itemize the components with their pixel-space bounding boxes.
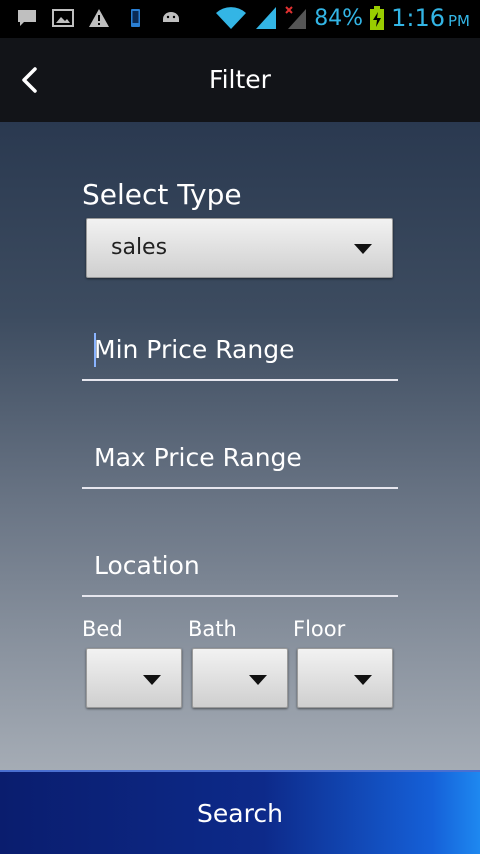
bed-label: Bed bbox=[82, 617, 123, 641]
battery-charging-icon bbox=[370, 6, 385, 30]
bed-dropdown[interactable] bbox=[86, 648, 182, 708]
select-type-value: sales bbox=[111, 235, 168, 260]
signal-no-service-icon bbox=[285, 6, 307, 29]
image-icon bbox=[52, 9, 74, 27]
status-bar: 84% 1:16 PM bbox=[0, 0, 480, 38]
clock-time: 1:16 bbox=[391, 4, 445, 32]
app-bar: Filter bbox=[0, 38, 480, 122]
chat-icon bbox=[18, 10, 36, 26]
caret-down-icon bbox=[354, 675, 372, 685]
back-button[interactable] bbox=[6, 56, 54, 104]
search-button-label: Search bbox=[197, 799, 283, 828]
phone-icon bbox=[131, 9, 140, 27]
floor-dropdown[interactable] bbox=[297, 648, 393, 708]
filter-form: Select Type sales Min Price Range Max Pr… bbox=[0, 122, 480, 770]
floor-label: Floor bbox=[293, 617, 346, 641]
clock: 1:16 PM bbox=[391, 4, 470, 32]
wifi-icon bbox=[216, 7, 247, 29]
clock-ampm: PM bbox=[448, 12, 470, 30]
search-button[interactable]: Search bbox=[0, 770, 480, 854]
location-placeholder: Location bbox=[94, 551, 200, 580]
signal-icon bbox=[256, 7, 277, 29]
warning-icon bbox=[89, 9, 109, 27]
bath-label: Bath bbox=[188, 617, 237, 641]
select-type-dropdown[interactable]: sales bbox=[86, 218, 393, 278]
caret-down-icon bbox=[143, 675, 161, 685]
max-price-input[interactable]: Max Price Range bbox=[82, 433, 398, 489]
android-icon bbox=[163, 12, 179, 22]
select-type-label: Select Type bbox=[82, 178, 242, 211]
notification-icons bbox=[16, 8, 182, 28]
min-price-input[interactable]: Min Price Range bbox=[82, 325, 398, 381]
caret-down-icon bbox=[249, 675, 267, 685]
system-status: 84% 1:16 PM bbox=[214, 4, 470, 32]
max-price-placeholder: Max Price Range bbox=[94, 443, 302, 472]
page-title: Filter bbox=[209, 65, 271, 94]
caret-down-icon bbox=[354, 244, 372, 254]
location-input[interactable]: Location bbox=[82, 541, 398, 597]
chevron-left-icon bbox=[22, 67, 37, 93]
bath-dropdown[interactable] bbox=[192, 648, 288, 708]
min-price-placeholder: Min Price Range bbox=[94, 335, 295, 364]
battery-percent: 84% bbox=[314, 5, 364, 31]
